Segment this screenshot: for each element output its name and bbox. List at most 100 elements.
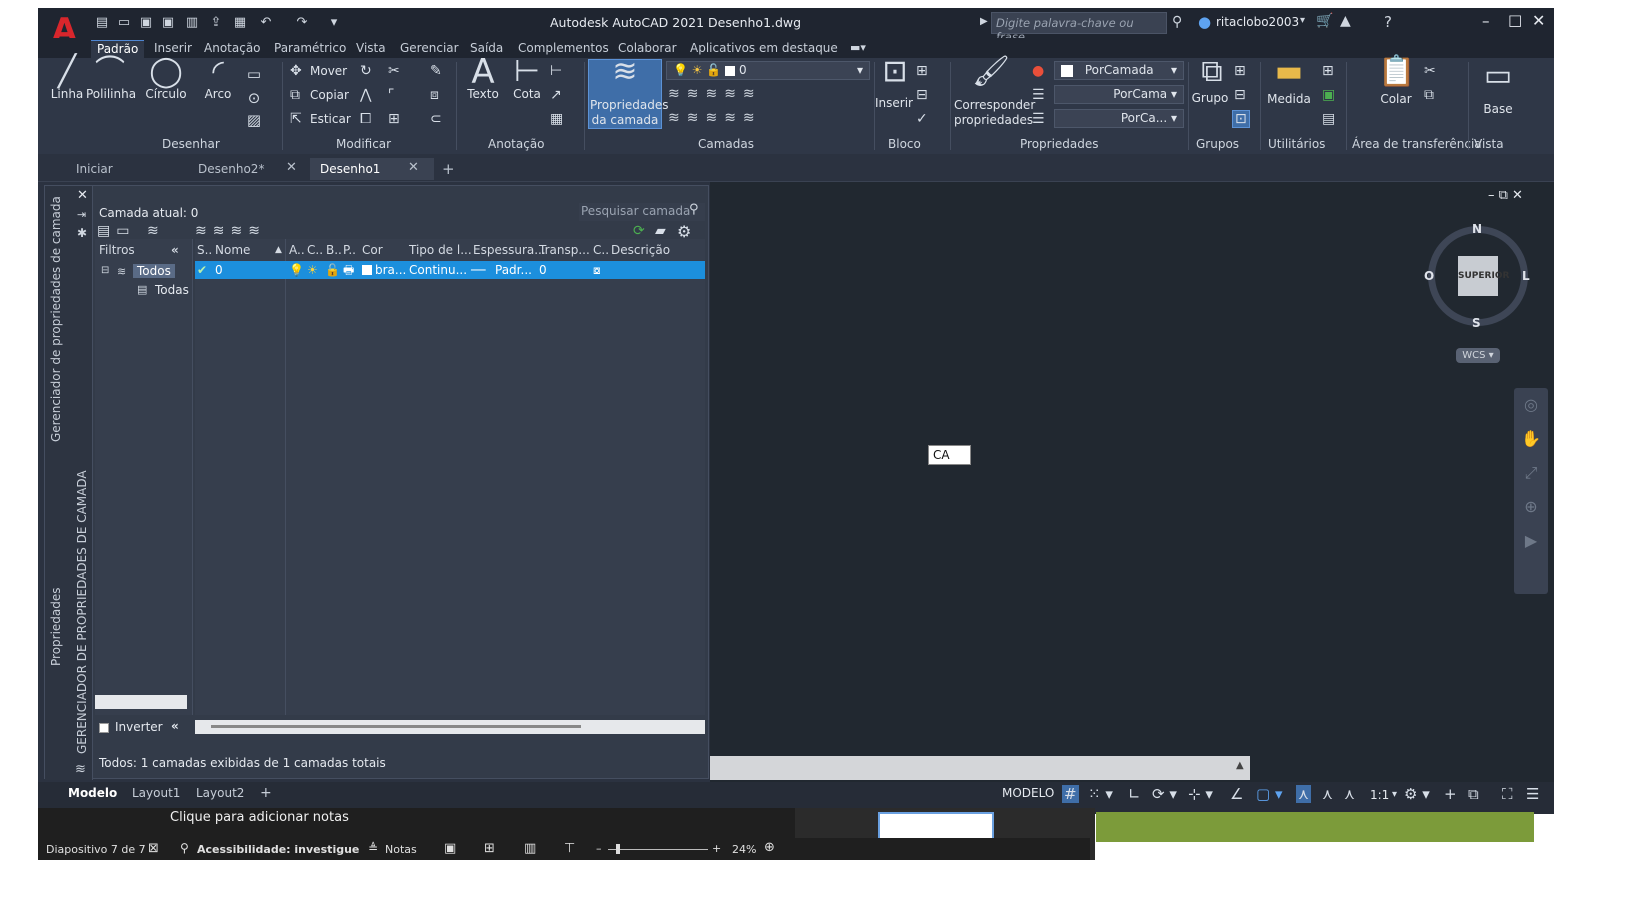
- line-icon[interactable]: ╱: [50, 57, 84, 87]
- lineweight-dropdown[interactable]: PorCa... ▾: [1054, 109, 1184, 128]
- angle-icon[interactable]: ∠: [1230, 785, 1243, 803]
- cut-icon[interactable]: ✂: [1424, 63, 1436, 79]
- search-icon[interactable]: ⚲: [1172, 14, 1182, 30]
- move-icon[interactable]: ✥: [290, 63, 302, 79]
- base-view-icon[interactable]: ▭: [1478, 61, 1518, 91]
- copy-button[interactable]: Copiar: [310, 88, 349, 102]
- collapse-pane-icon[interactable]: «: [171, 719, 179, 733]
- linetype-icon[interactable]: ☰: [1032, 111, 1045, 127]
- tab-desenho2[interactable]: Desenho2*: [188, 158, 274, 180]
- refresh-icon[interactable]: ⟳: [633, 223, 645, 239]
- panel-propriedades[interactable]: Propriedades: [1020, 137, 1099, 151]
- col-plot[interactable]: P..: [343, 241, 356, 259]
- bulb-icon[interactable]: 💡: [289, 261, 304, 279]
- layer-color-cell[interactable]: bra...: [375, 261, 406, 279]
- command-history-icon[interactable]: ▲: [1236, 760, 1244, 771]
- sun-icon[interactable]: ☀: [307, 261, 318, 279]
- zoom-out-icon[interactable]: –: [596, 842, 602, 855]
- accessibility-icon[interactable]: ⚲: [180, 841, 189, 855]
- col-status[interactable]: S..: [197, 241, 212, 259]
- search-icon[interactable]: ⚲: [689, 202, 699, 217]
- showmotion-icon[interactable]: ▶: [1514, 524, 1548, 558]
- mirror-icon[interactable]: ⋀: [360, 87, 371, 103]
- grid-icon[interactable]: #: [1062, 785, 1079, 803]
- share-icon[interactable]: ⇪: [208, 15, 224, 31]
- save-as-icon[interactable]: ▣: [160, 15, 176, 31]
- stretch-button[interactable]: Esticar: [310, 112, 351, 126]
- panel-vista[interactable]: Vista: [1474, 137, 1504, 151]
- arc-button[interactable]: Arco: [202, 87, 234, 101]
- clean-screen-icon[interactable]: ⛶: [1502, 785, 1513, 803]
- notes-icon[interactable]: ≜: [368, 841, 378, 855]
- orbit-icon[interactable]: ⊕: [1514, 490, 1548, 524]
- measure-button[interactable]: Medida: [1264, 92, 1314, 106]
- scale-dropdown-icon[interactable]: ▾: [1392, 789, 1397, 800]
- wcs-menu[interactable]: WCS ▾: [1456, 348, 1500, 363]
- cart-icon[interactable]: 🛒: [1316, 13, 1333, 29]
- tab-layout2[interactable]: Layout2: [186, 783, 254, 803]
- slide-thumbnail-current[interactable]: [878, 812, 994, 840]
- notes-button[interactable]: Notas: [385, 843, 417, 856]
- zoom-slider[interactable]: [608, 849, 708, 850]
- layer-translate-icon[interactable]: ▰: [655, 223, 666, 239]
- annotation-scale-icon[interactable]: ⋏: [1344, 785, 1355, 803]
- col-transparency[interactable]: Transp...: [539, 241, 590, 259]
- tab-modelo[interactable]: Modelo: [58, 783, 127, 803]
- panel-modificar[interactable]: Modificar: [336, 137, 391, 151]
- new-layout-icon[interactable]: +: [250, 783, 282, 803]
- select-all-icon[interactable]: ▣: [1322, 87, 1335, 103]
- compass-west[interactable]: O: [1424, 269, 1434, 283]
- properties-tab-vertical[interactable]: Propriedades: [49, 587, 63, 666]
- copy-clip-icon[interactable]: ⧉: [1424, 87, 1434, 103]
- grid-scroll-thumb[interactable]: [211, 725, 581, 728]
- circle-icon[interactable]: ◯: [146, 57, 186, 87]
- search-input[interactable]: Digite palavra-chave ou frase: [991, 12, 1167, 44]
- maximize-icon[interactable]: □: [1508, 11, 1522, 29]
- col-lock[interactable]: B..: [326, 241, 342, 259]
- panel-desenhar[interactable]: Desenhar: [162, 137, 220, 151]
- hardware-accel-icon[interactable]: ⧉: [1468, 785, 1479, 803]
- fillet-icon[interactable]: ⌜: [388, 87, 395, 103]
- polyline-icon[interactable]: ⌒: [88, 57, 132, 87]
- layer-dropdown[interactable]: 💡 ☀ 🔓 0 ▾: [666, 61, 870, 80]
- group-select-icon[interactable]: ⊡: [1232, 110, 1250, 128]
- reading-view-icon[interactable]: ▥: [524, 841, 536, 856]
- stretch-icon[interactable]: ⇱: [290, 111, 302, 127]
- layer-lineweight-cell[interactable]: Padr...: [495, 261, 532, 279]
- palette-close-icon[interactable]: ✕: [77, 188, 88, 203]
- compass-north[interactable]: N: [1472, 222, 1482, 236]
- close-icon[interactable]: ✕: [1532, 11, 1545, 30]
- viewcube-face[interactable]: SUPERIOR: [1458, 256, 1509, 296]
- lineweight-icon[interactable]: ☰: [1032, 87, 1045, 103]
- layer-actions-icon[interactable]: ≋≋≋≋: [195, 223, 266, 239]
- printer-icon[interactable]: 🖶: [343, 261, 354, 279]
- slide-sorter-icon[interactable]: ⊞: [484, 841, 495, 856]
- unlock-icon[interactable]: 🔓: [325, 261, 340, 279]
- quick-calc-icon[interactable]: ⊞: [1322, 63, 1334, 79]
- tab-iniciar[interactable]: Iniciar: [66, 158, 123, 180]
- minimize-icon[interactable]: –: [1482, 12, 1490, 30]
- new-property-filter-icon[interactable]: ▤▭: [97, 223, 135, 239]
- tab-aplicativos-em-destaque[interactable]: Aplicativos em destaque: [684, 40, 844, 58]
- steering-wheel-icon[interactable]: ◎: [1514, 388, 1548, 422]
- scale-icon[interactable]: ⧠: [360, 111, 371, 127]
- col-new-vp-freeze[interactable]: C..: [593, 241, 609, 259]
- user-icon[interactable]: ●: [1198, 13, 1211, 31]
- panel-grupos[interactable]: Grupos: [1196, 137, 1239, 151]
- panel-anotacao[interactable]: Anotação: [488, 137, 545, 151]
- linear-dim-icon[interactable]: ⊢: [550, 63, 562, 79]
- match-properties-label-1[interactable]: Corresponder: [954, 98, 1035, 112]
- save-icon[interactable]: ▣: [138, 15, 154, 31]
- panel-camadas[interactable]: Camadas: [698, 137, 754, 151]
- tab-layout1[interactable]: Layout1: [122, 783, 190, 803]
- insert-block-button[interactable]: Inserir: [874, 96, 914, 110]
- new-file-icon[interactable]: ▤: [94, 15, 110, 31]
- normal-view-icon[interactable]: ▣: [444, 841, 456, 856]
- linetype-dropdown[interactable]: PorCama ▾: [1054, 85, 1184, 104]
- zoom-extents-icon[interactable]: ⤢: [1514, 456, 1548, 490]
- filters-scrollbar[interactable]: [95, 695, 187, 709]
- col-on[interactable]: A..: [289, 241, 305, 259]
- color-wheel-icon[interactable]: ●: [1032, 63, 1044, 79]
- invert-checkbox[interactable]: [99, 723, 109, 733]
- polyline-button[interactable]: Polilinha: [86, 87, 136, 101]
